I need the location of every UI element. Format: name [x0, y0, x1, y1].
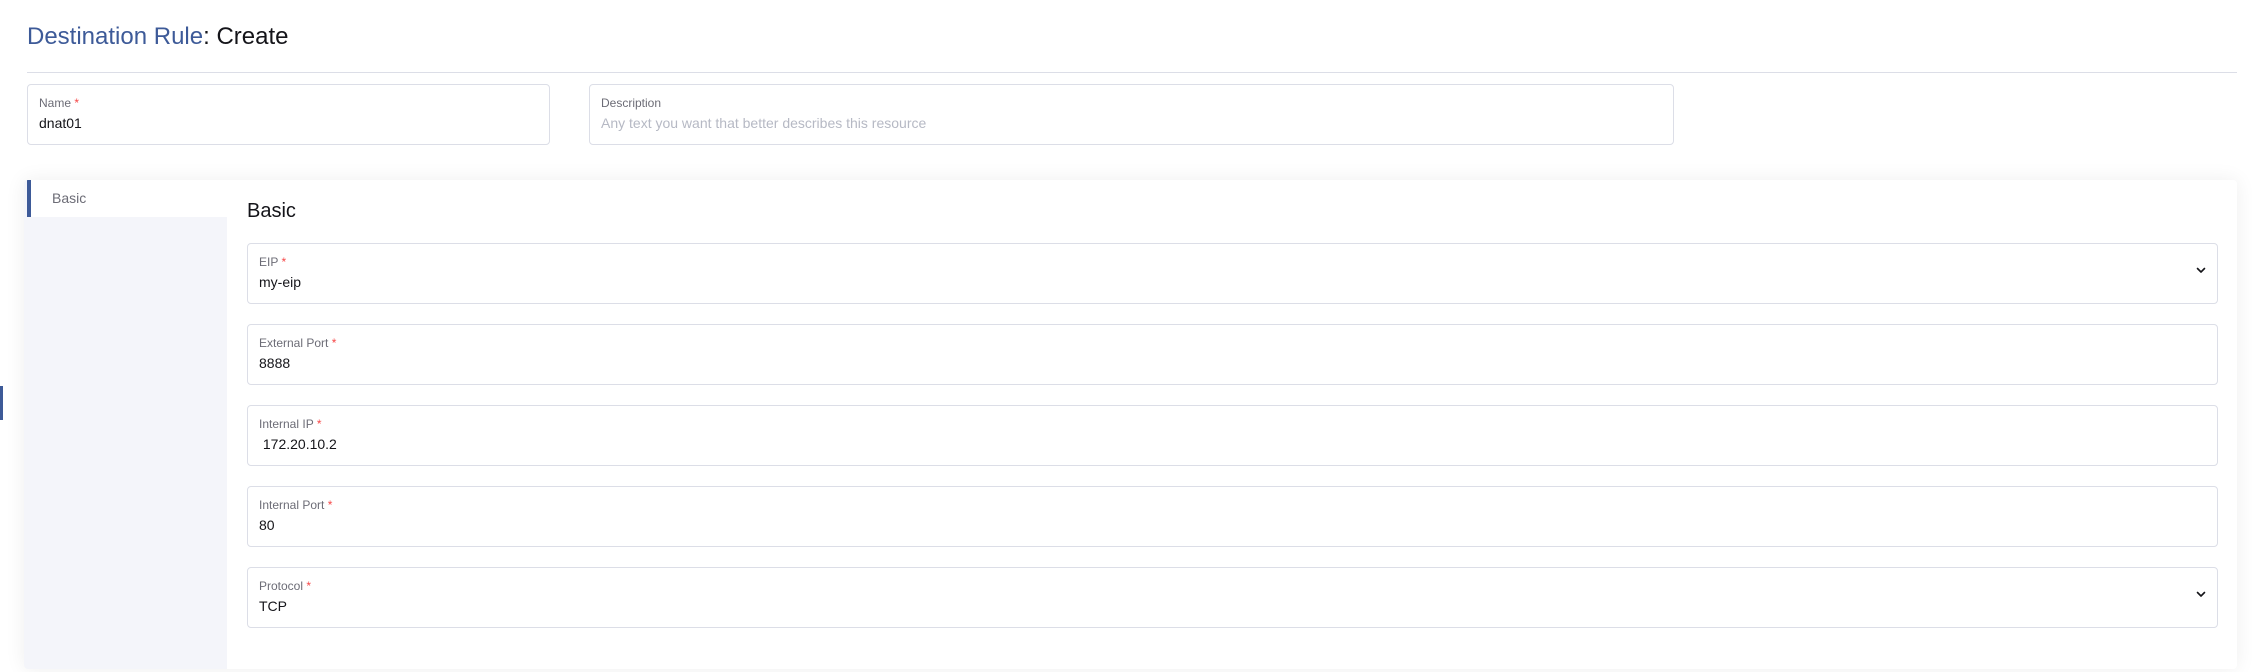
chevron-down-icon[interactable] — [2195, 264, 2207, 276]
internal-port-label: Internal Port * — [259, 498, 333, 512]
required-marker: * — [331, 336, 337, 350]
required-marker: * — [316, 417, 322, 431]
internal-ip-field[interactable]: Internal IP * 172.20.10.2 — [247, 405, 2218, 466]
tabbed-panel: Basic Basic EIP * my-eip External Port *… — [24, 180, 2237, 669]
external-port-input[interactable]: 8888 — [259, 354, 290, 372]
external-port-label: External Port * — [259, 336, 337, 350]
breadcrumb-link[interactable]: Destination Rule — [27, 23, 203, 50]
page-action: Create — [216, 23, 289, 50]
description-field[interactable]: Description Any text you want that bette… — [589, 84, 1674, 145]
required-marker: * — [74, 96, 80, 110]
external-port-field[interactable]: External Port * 8888 — [247, 324, 2218, 385]
eip-value: my-eip — [259, 274, 302, 290]
description-input[interactable]: Any text you want that better describes … — [601, 114, 926, 132]
side-tabs: Basic — [24, 180, 227, 669]
tab-basic-label: Basic — [52, 190, 87, 206]
internal-ip-label: Internal IP * — [259, 417, 322, 431]
protocol-select[interactable]: Protocol * TCP — [247, 567, 2218, 628]
left-edge-accent — [0, 386, 3, 420]
name-label: Name * — [39, 96, 80, 110]
name-field[interactable]: Name * dnat01 — [27, 84, 550, 145]
required-marker: * — [281, 255, 287, 269]
title-divider — [27, 72, 2237, 73]
protocol-value: TCP — [259, 598, 287, 614]
eip-label: EIP * — [259, 255, 287, 269]
section-title: Basic — [247, 200, 296, 222]
name-input[interactable]: dnat01 — [39, 114, 82, 132]
protocol-label: Protocol * — [259, 579, 312, 593]
internal-port-input[interactable]: 80 — [259, 516, 275, 534]
tab-basic[interactable]: Basic — [27, 180, 227, 217]
description-label: Description — [601, 96, 662, 110]
required-marker: * — [306, 579, 312, 593]
chevron-down-icon[interactable] — [2195, 588, 2207, 600]
title-separator: : — [203, 23, 210, 50]
internal-port-field[interactable]: Internal Port * 80 — [247, 486, 2218, 547]
eip-select[interactable]: EIP * my-eip — [247, 243, 2218, 304]
page-title: Destination Rule: Create — [27, 20, 289, 54]
page: Destination Rule: Create Name * dnat01 D… — [0, 0, 2252, 672]
required-marker: * — [327, 498, 333, 512]
internal-ip-input[interactable]: 172.20.10.2 — [259, 435, 337, 453]
